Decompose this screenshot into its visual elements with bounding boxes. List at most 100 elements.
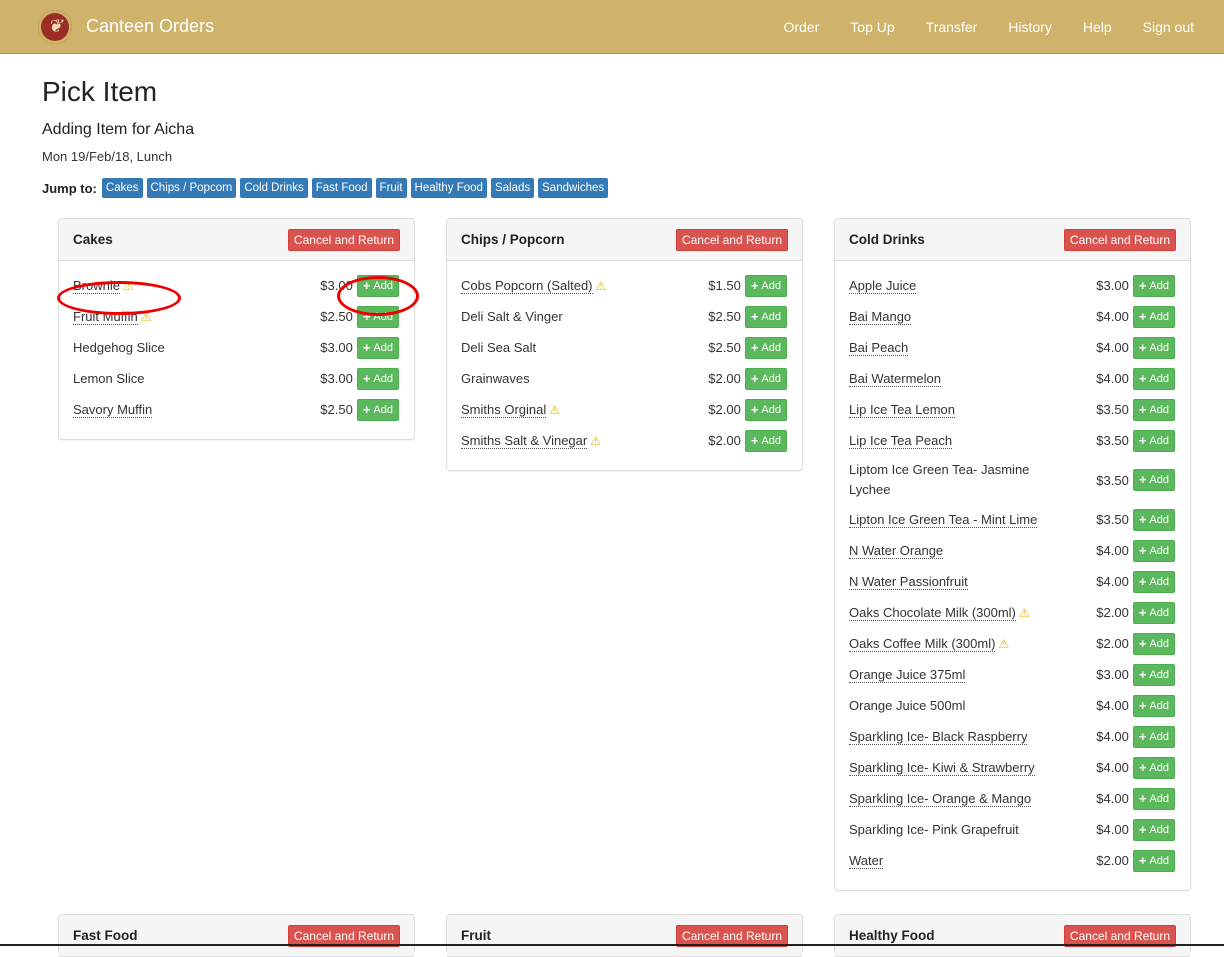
item-name[interactable]: Bai Mango — [849, 308, 912, 325]
brand-link[interactable]: Canteen Orders — [86, 16, 214, 37]
item-name[interactable]: N Water Orange — [849, 542, 944, 559]
item-name-wrap: Deli Sea Salt — [461, 339, 536, 357]
add-button[interactable]: + Add — [1132, 725, 1175, 748]
panel-fruit: Fruit Cancel and Return — [446, 914, 803, 957]
item-name[interactable]: Oaks Chocolate Milk (300ml) — [849, 604, 1016, 621]
item-name[interactable]: Lipton Ice Green Tea - Mint Lime — [849, 511, 1038, 528]
item-name[interactable]: Fruit Muffin — [73, 308, 138, 325]
add-button[interactable]: + Add — [1132, 539, 1175, 562]
item-name[interactable]: Smiths Orginal — [461, 401, 547, 418]
add-button[interactable]: + Add — [744, 429, 787, 452]
item-price: $2.00 — [1096, 636, 1129, 651]
item-name[interactable]: Apple Juice — [849, 277, 917, 294]
item-name[interactable]: Sparkling Ice- Kiwi & Strawberry — [849, 759, 1035, 776]
add-button[interactable]: + Add — [1132, 601, 1175, 624]
cancel-return-button[interactable]: Cancel and Return — [1063, 228, 1176, 251]
item-name[interactable]: Lip Ice Tea Lemon — [849, 401, 955, 418]
item-name[interactable]: Bai Peach — [849, 339, 909, 356]
add-button[interactable]: + Add — [1132, 663, 1175, 686]
add-button[interactable]: + Add — [1132, 632, 1175, 655]
item-name[interactable]: N Water Passionfruit — [849, 573, 968, 590]
item-price: $4.00 — [1096, 574, 1129, 589]
warning-icon: ⚠ — [1018, 605, 1030, 620]
page-title: Pick Item — [42, 76, 158, 107]
add-button[interactable]: + Add — [744, 336, 787, 359]
item-name[interactable]: Bai Watermelon — [849, 370, 941, 387]
nav-help[interactable]: Help — [1083, 19, 1112, 35]
menu-item-row: Bai Peach $4.00 + Add — [849, 336, 1175, 359]
item-name[interactable]: Orange Juice 375ml — [849, 666, 966, 683]
item-name-wrap: Brownie ⚠ — [73, 277, 134, 295]
add-button[interactable]: + Add — [1132, 336, 1175, 359]
item-price: $2.50 — [320, 402, 353, 417]
menu-item-row: Cobs Popcorn (Salted) ⚠ $1.50 + Add — [461, 274, 787, 297]
add-button[interactable]: + Add — [1132, 398, 1175, 421]
jump-chips-popcorn[interactable]: Chips / Popcorn — [146, 178, 237, 198]
add-button[interactable]: + Add — [1132, 508, 1175, 531]
crest-logo-icon[interactable]: ❦ — [38, 9, 72, 44]
item-list: Brownie ⚠ $3.00 + Add Fruit Muffin ⚠ $2.50 + Add H… — [59, 261, 414, 439]
warning-icon: ⚠ — [122, 278, 134, 293]
add-button[interactable]: + Add — [1132, 305, 1175, 328]
add-button[interactable]: + Add — [1132, 849, 1175, 872]
item-price: $3.50 — [1096, 472, 1129, 488]
add-button[interactable]: + Add — [1132, 787, 1175, 810]
jump-salads[interactable]: Salads — [490, 178, 535, 198]
add-button[interactable]: + Add — [744, 305, 787, 328]
nav-order[interactable]: Order — [784, 19, 820, 35]
item-name[interactable]: Sparkling Ice- Black Raspberry — [849, 728, 1028, 745]
item-name-wrap: Liptom Ice Green Tea- Jasmine Lychee — [849, 460, 1064, 500]
add-button[interactable]: + Add — [1132, 367, 1175, 390]
add-button[interactable]: + Add — [356, 398, 399, 421]
item-actions: $3.50 + Add — [1096, 398, 1175, 421]
item-price: $2.50 — [708, 309, 741, 324]
warning-icon-wrap: ⚠ — [995, 636, 1009, 651]
item-price: $2.00 — [1096, 853, 1129, 868]
item-name-wrap: Apple Juice — [849, 277, 917, 295]
item-price: $4.00 — [1096, 760, 1129, 775]
nav-transfer[interactable]: Transfer — [926, 19, 978, 35]
add-button-label: Add — [1149, 474, 1169, 486]
item-name[interactable]: Water — [849, 852, 884, 869]
add-button[interactable]: + Add — [356, 274, 399, 297]
add-button[interactable]: + Add — [356, 367, 399, 390]
cancel-return-button[interactable]: Cancel and Return — [287, 228, 400, 251]
add-button[interactable]: + Add — [1132, 469, 1175, 491]
jump-cakes[interactable]: Cakes — [101, 178, 143, 198]
add-button[interactable]: + Add — [744, 367, 787, 390]
item-name[interactable]: Brownie — [73, 277, 120, 294]
item-name[interactable]: Smiths Salt & Vinegar — [461, 432, 588, 449]
add-button[interactable]: + Add — [356, 336, 399, 359]
item-name-wrap: Grainwaves — [461, 370, 530, 388]
jump-sandwiches[interactable]: Sandwiches — [538, 178, 609, 198]
add-button[interactable]: + Add — [1132, 694, 1175, 717]
add-button[interactable]: + Add — [744, 274, 787, 297]
add-button[interactable]: + Add — [356, 305, 399, 328]
menu-item-row: Oaks Chocolate Milk (300ml) ⚠ $2.00 + Add — [849, 601, 1175, 624]
add-button[interactable]: + Add — [1132, 429, 1175, 452]
jump-healthy-food[interactable]: Healthy Food — [410, 178, 487, 198]
jump-cold-drinks[interactable]: Cold Drinks — [240, 178, 308, 198]
item-name[interactable]: Oaks Coffee Milk (300ml) — [849, 635, 996, 652]
item-name[interactable]: Sparkling Ice- Orange & Mango — [849, 790, 1032, 807]
jump-fast-food[interactable]: Fast Food — [311, 178, 372, 198]
cancel-return-button[interactable]: Cancel and Return — [675, 228, 788, 251]
nav-top-up[interactable]: Top Up — [850, 19, 894, 35]
plus-icon: + — [362, 370, 371, 386]
plus-icon: + — [362, 308, 371, 324]
plus-icon: + — [750, 277, 759, 293]
item-name[interactable]: Savory Muffin — [73, 401, 153, 418]
item-name-wrap: Sparkling Ice- Black Raspberry — [849, 728, 1028, 746]
nav-history[interactable]: History — [1008, 19, 1052, 35]
add-button-label: Add — [1149, 823, 1169, 836]
item-name[interactable]: Lip Ice Tea Peach — [849, 432, 953, 449]
item-name[interactable]: Cobs Popcorn (Salted) — [461, 277, 593, 294]
panel-heading: Healthy Food Cancel and Return — [835, 915, 1190, 957]
jump-fruit[interactable]: Fruit — [375, 178, 407, 198]
add-button[interactable]: + Add — [1132, 756, 1175, 779]
add-button[interactable]: + Add — [1132, 274, 1175, 297]
add-button[interactable]: + Add — [1132, 570, 1175, 593]
nav-sign-out[interactable]: Sign out — [1143, 19, 1194, 35]
add-button[interactable]: + Add — [744, 398, 787, 421]
add-button[interactable]: + Add — [1132, 818, 1175, 841]
